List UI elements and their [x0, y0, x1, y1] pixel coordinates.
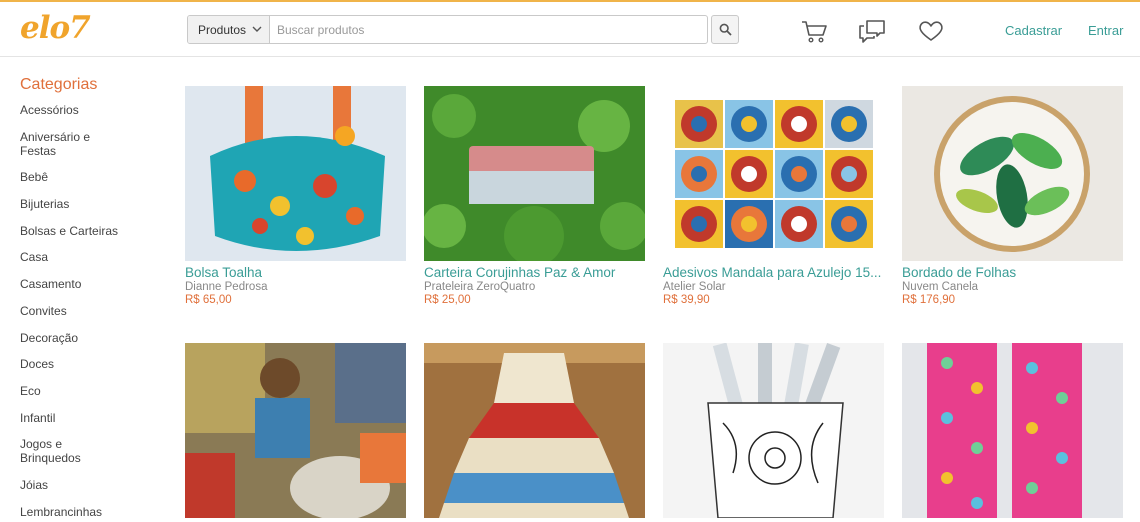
category-link-eco[interactable]: Eco	[20, 384, 110, 398]
category-link-convites[interactable]: Convites	[20, 304, 110, 318]
product-card[interactable]	[663, 343, 884, 522]
category-link-casamento[interactable]: Casamento	[20, 277, 110, 291]
search-category-dropdown[interactable]: Produtos	[188, 16, 270, 43]
product-seller[interactable]: Nuvem Canela	[902, 281, 1123, 293]
category-link-bebe[interactable]: Bebê	[20, 170, 110, 184]
product-image-tecido-cupcakes[interactable]	[902, 343, 1123, 518]
product-name[interactable]: Bolsa Toalha	[185, 265, 406, 280]
product-card[interactable]	[902, 343, 1123, 522]
product-card[interactable]: Bordado de Folhas Nuvem Canela R$ 176,90	[902, 86, 1123, 306]
signup-link[interactable]: Cadastrar	[1005, 23, 1062, 38]
product-image-bordado-folhas[interactable]	[902, 86, 1123, 261]
search-category-label: Produtos	[198, 22, 247, 37]
category-link-casa[interactable]: Casa	[20, 250, 110, 264]
category-link-lembrancinhas[interactable]: Lembrancinhas	[20, 505, 110, 519]
category-link-jogos[interactable]: Jogos e Brinquedos	[20, 437, 110, 465]
heart-icon[interactable]	[917, 18, 945, 44]
product-seller[interactable]: Prateleira ZeroQuatro	[424, 281, 645, 293]
category-link-infantil[interactable]: Infantil	[20, 411, 110, 425]
category-link-doces[interactable]: Doces	[20, 357, 110, 371]
product-price: R$ 65,00	[185, 294, 232, 306]
product-image-adesivos-mandala[interactable]	[663, 86, 884, 261]
search-bar: Produtos Buscar produtos	[187, 15, 708, 44]
messages-icon[interactable]	[858, 18, 886, 44]
category-link-bolsas[interactable]: Bolsas e Carteiras	[20, 224, 130, 238]
product-price: R$ 39,90	[663, 294, 710, 306]
product-card[interactable]	[424, 343, 645, 522]
category-link-acessorios[interactable]: Acessórios	[20, 103, 110, 117]
elo7-logo[interactable]: elo7	[20, 10, 91, 46]
product-seller[interactable]: Dianne Pedrosa	[185, 281, 406, 293]
category-link-decoracao[interactable]: Decoração	[20, 331, 110, 345]
product-card[interactable]: Bolsa Toalha Dianne Pedrosa R$ 65,00	[185, 86, 406, 306]
product-name[interactable]: Bordado de Folhas	[902, 265, 1123, 280]
category-link-aniversario[interactable]: Aniversário e Festas	[20, 130, 110, 158]
search-input[interactable]: Buscar produtos	[270, 16, 707, 43]
chevron-down-icon	[252, 26, 262, 32]
product-image-porta-canetas[interactable]	[663, 343, 884, 518]
categories-heading: Categorias	[20, 76, 98, 93]
category-sidebar: Categorias Acessórios Aniversário e Fest…	[20, 76, 170, 522]
site-header: elo7 Produtos Buscar produtos Cadastrar …	[0, 2, 1140, 57]
search-button[interactable]	[711, 15, 739, 44]
product-image-pintura-tambores[interactable]	[185, 343, 406, 518]
category-link-joias[interactable]: Jóias	[20, 478, 110, 492]
product-card[interactable]: Adesivos Mandala para Azulejo 15... Atel…	[663, 86, 884, 306]
login-link[interactable]: Entrar	[1088, 23, 1123, 38]
product-name[interactable]: Carteira Corujinhas Paz & Amor	[424, 265, 645, 280]
cart-icon[interactable]	[800, 18, 828, 44]
search-icon	[719, 23, 732, 36]
product-card[interactable]	[185, 343, 406, 522]
category-link-bijuterias[interactable]: Bijuterias	[20, 197, 110, 211]
product-image-bolsa-toalha[interactable]	[185, 86, 406, 261]
product-image-vestido-infantil[interactable]	[424, 343, 645, 518]
product-name[interactable]: Adesivos Mandala para Azulejo 15...	[663, 265, 884, 280]
product-price: R$ 176,90	[902, 294, 956, 306]
product-card[interactable]: Carteira Corujinhas Paz & Amor Prateleir…	[424, 86, 645, 306]
product-seller[interactable]: Atelier Solar	[663, 281, 884, 293]
product-image-carteira-corujinhas[interactable]	[424, 86, 645, 261]
product-price: R$ 25,00	[424, 294, 471, 306]
